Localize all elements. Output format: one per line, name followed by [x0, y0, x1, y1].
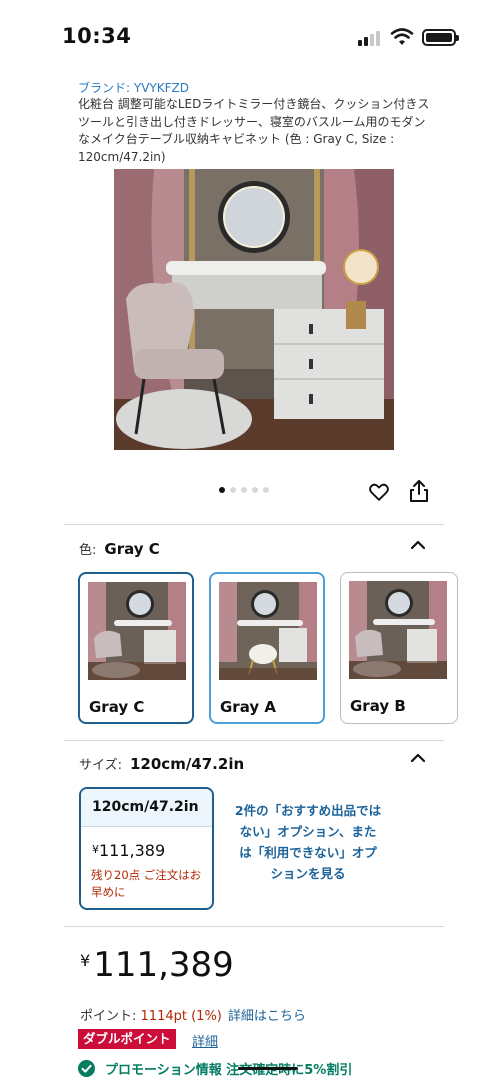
- color-swatch-gray-b[interactable]: Gray B: [340, 572, 458, 724]
- redaction-mark: [238, 1067, 298, 1070]
- double-point-badge: ダブルポイント: [78, 1029, 176, 1049]
- color-selected-value: Gray C: [104, 540, 160, 558]
- brand-link[interactable]: ブランド: YVYKFZD: [78, 79, 189, 96]
- points-info: ポイント: 1114pt (1%) 詳細はこちら: [80, 1009, 306, 1024]
- cellular-signal-icon: [358, 30, 382, 46]
- image-carousel-dots: [219, 487, 269, 495]
- heart-icon[interactable]: [368, 481, 390, 503]
- swatch-thumbnail: [219, 582, 317, 680]
- divider: [64, 740, 444, 741]
- other-options-link[interactable]: 2件の「おすすめ出品ではない」オプション、または「利用できない」オプションを見る: [234, 800, 382, 884]
- promotion-text: プロモーション情報 注文確定時に5%割引: [105, 1063, 353, 1078]
- color-section-header[interactable]: 色: Gray C: [79, 539, 160, 558]
- points-value: 1114pt (1%): [140, 1009, 222, 1024]
- carousel-dot[interactable]: [241, 487, 247, 493]
- size-label: サイズ:: [79, 758, 122, 773]
- divider: [64, 524, 444, 525]
- product-title: 化粧台 調整可能なLEDライトミラー付き鏡台、クッション付きスツールと引き出し付…: [78, 97, 430, 164]
- product-main-image[interactable]: [114, 169, 394, 450]
- chevron-up-icon[interactable]: [410, 752, 426, 764]
- size-option-label: 120cm/47.2in: [81, 789, 212, 827]
- divider: [64, 926, 444, 927]
- points-detail-link[interactable]: 詳細はこちら: [228, 1009, 306, 1024]
- stock-warning: 残り20点 ご注文はお早めに: [91, 868, 202, 899]
- product-price: ¥111,389: [80, 945, 234, 985]
- carousel-dot[interactable]: [263, 487, 269, 493]
- size-selected-value: 120cm/47.2in: [130, 755, 245, 773]
- carousel-dot[interactable]: [252, 487, 258, 493]
- color-swatch-gray-a[interactable]: Gray A: [209, 572, 325, 724]
- swatch-thumbnail: [349, 581, 447, 679]
- size-section-header[interactable]: サイズ: 120cm/47.2in: [79, 754, 244, 773]
- swatch-thumbnail: [88, 582, 186, 680]
- size-option-price: ¥111,389: [92, 841, 166, 860]
- promotion-row[interactable]: プロモーション情報 注文確定時に5%割引: [78, 1058, 378, 1080]
- size-option-120cm[interactable]: 120cm/47.2in ¥111,389 残り20点 ご注文はお早めに: [79, 787, 214, 910]
- carousel-dot[interactable]: [219, 487, 225, 493]
- check-circle-icon: [78, 1060, 95, 1077]
- status-bar: 10:34: [0, 0, 499, 74]
- color-swatch-gray-c[interactable]: Gray C: [78, 572, 194, 724]
- wifi-icon: [390, 28, 414, 45]
- status-time: 10:34: [62, 24, 132, 48]
- badge-detail-link[interactable]: 詳細: [192, 1031, 218, 1050]
- color-label: 色:: [79, 543, 97, 558]
- swatch-label: Gray A: [220, 698, 276, 716]
- battery-icon: [422, 29, 459, 46]
- share-icon[interactable]: [408, 479, 430, 503]
- carousel-dot[interactable]: [230, 487, 236, 493]
- swatch-label: Gray B: [350, 697, 406, 715]
- chevron-up-icon[interactable]: [410, 539, 426, 551]
- swatch-label: Gray C: [89, 698, 145, 716]
